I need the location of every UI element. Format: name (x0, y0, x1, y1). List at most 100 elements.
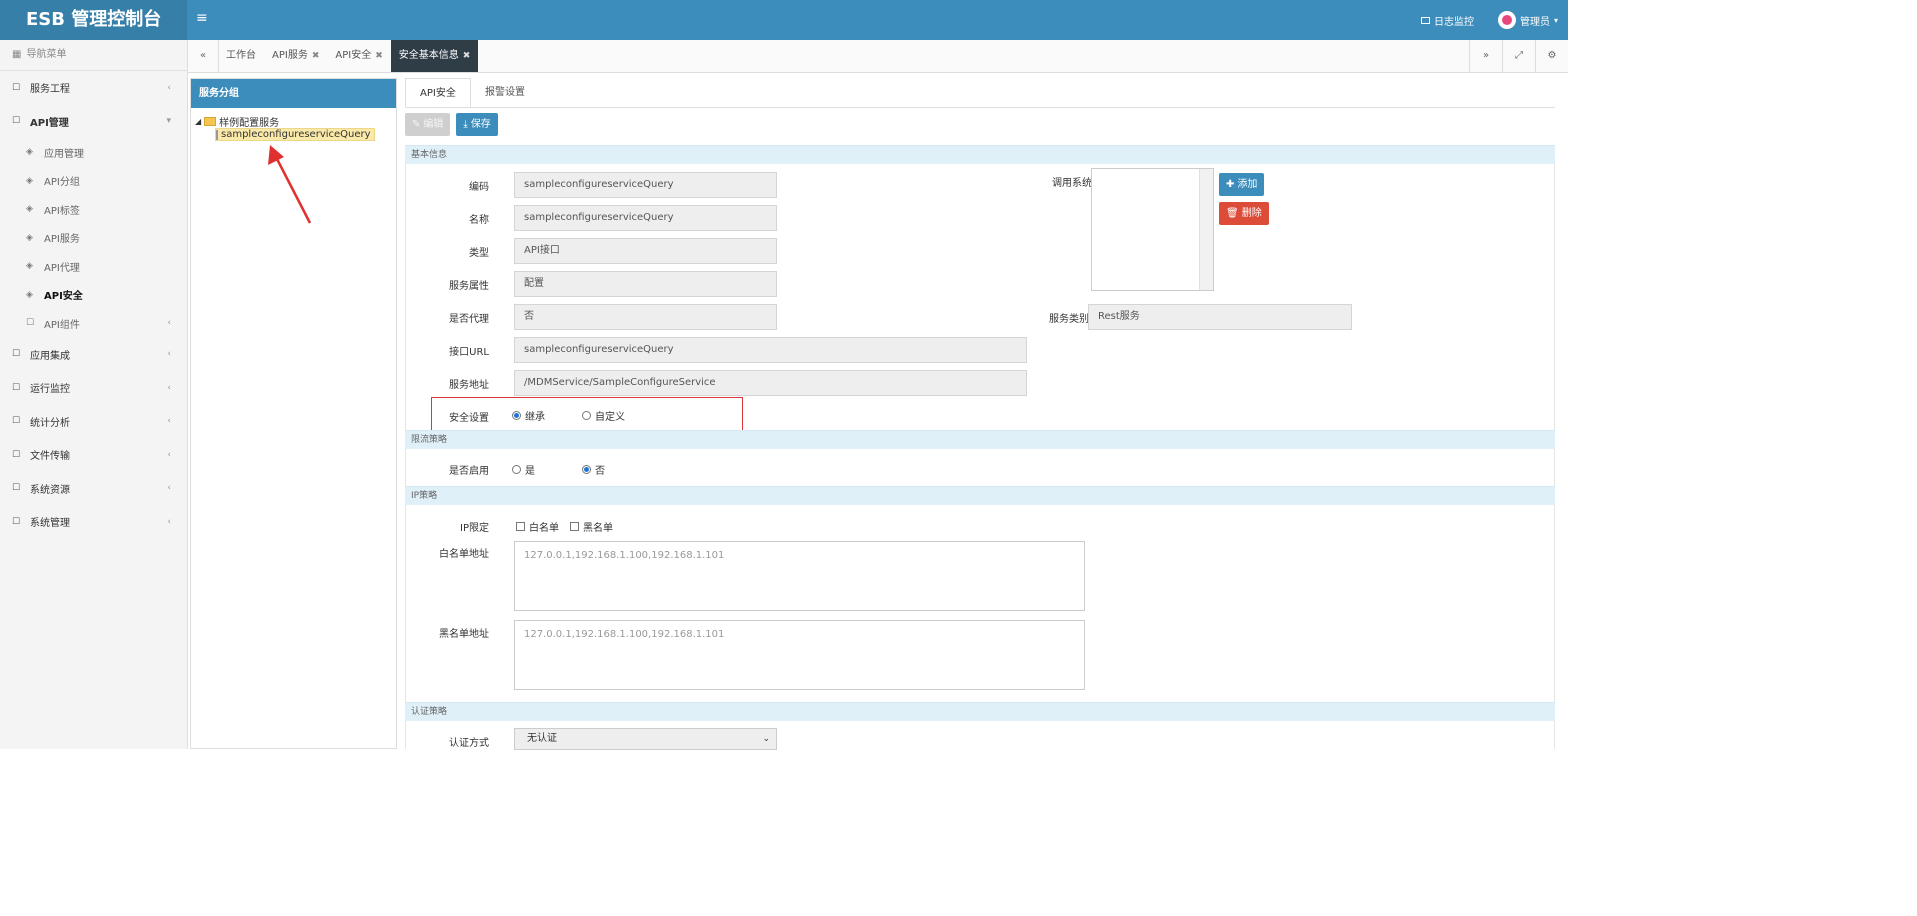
plus-icon: ✚ (1226, 179, 1235, 190)
add-caller-button[interactable]: ✚ 添加 (1219, 173, 1265, 196)
service-group-title: 服务分组 (191, 79, 396, 108)
close-icon[interactable]: ✖ (375, 40, 383, 72)
sidebar-item-label: API服务 (44, 234, 80, 246)
sidebar-item-statistics[interactable]: ☐ 统计分析 ‹ (0, 405, 187, 439)
yes-label: 是 (525, 466, 535, 477)
section-auth-strategy: 认证策略 (405, 702, 1555, 721)
tag-icon: ◈ (26, 261, 33, 272)
expand-triangle-icon[interactable]: ◢ (195, 117, 201, 126)
auth-method-select[interactable]: 无认证 ⌄ (514, 728, 777, 750)
tab-label: 工作台 (226, 50, 256, 61)
chevron-left-icon: ‹ (167, 416, 171, 427)
caller-system-list[interactable] (1091, 168, 1214, 291)
whitelist-address-textarea[interactable]: 127.0.0.1,192.168.1.100,192.168.1.101 (514, 541, 1085, 611)
enable-label: 是否启用 (449, 466, 489, 477)
sub-tabs: API安全 报警设置 (405, 78, 1555, 108)
radio-unchecked-icon (582, 411, 591, 420)
sidebar-item-app-integration[interactable]: ☐ 应用集成 ‹ (0, 338, 187, 372)
chevron-left-icon: ‹ (167, 516, 171, 527)
flow-strategy-form: 是否启用 是 否 (405, 449, 1555, 486)
caret-down-icon: ▾ (1553, 15, 1558, 25)
menu-toggle-icon[interactable]: ≡ (196, 10, 208, 26)
tabs-prev-button[interactable]: « (188, 40, 219, 72)
custom-radio[interactable]: 自定义 (582, 408, 625, 423)
add-label: 添加 (1237, 179, 1258, 190)
sidebar-item-app-management[interactable]: ◈ 应用管理 (0, 138, 187, 167)
save-button[interactable]: ⤓ 保存 (456, 113, 498, 136)
trash-icon: 🗑 (1226, 208, 1239, 219)
edit-icon: ✎ (412, 119, 421, 130)
service-attr-field[interactable]: 配置 (514, 271, 777, 297)
sidebar-item-label: API管理 (30, 117, 69, 129)
type-field[interactable]: API接口 (514, 238, 777, 264)
whitelist-checkbox[interactable]: 白名单 (516, 519, 559, 534)
brand-logo[interactable]: ESB 管理控制台 (0, 0, 187, 40)
service-type-label: 服务类别 (1049, 314, 1089, 325)
red-arrow-annotation (268, 145, 312, 224)
security-setting-label: 安全设置 (449, 413, 489, 424)
sidebar-item-api-service[interactable]: ◈ API服务 (0, 224, 187, 253)
top-right-menu: 日志监控 管理员 ▾ (1420, 0, 1558, 40)
scrollbar[interactable] (1199, 169, 1213, 290)
service-address-field[interactable]: /MDMService/SampleConfigureService (514, 370, 1027, 396)
sidebar-item-api-proxy[interactable]: ◈ API代理 (0, 252, 187, 281)
inherit-radio[interactable]: 继承 (512, 408, 545, 423)
sidebar-item-api-security[interactable]: ◈ API安全 (0, 281, 187, 310)
proxy-label: 是否代理 (449, 314, 489, 325)
blacklist-address-label: 黑名单地址 (439, 629, 489, 640)
code-field[interactable]: sampleconfigureserviceQuery (514, 172, 777, 198)
folder-icon: ☐ (12, 516, 21, 527)
sidebar-item-api-component[interactable]: ☐ API组件 ‹ (0, 309, 187, 338)
tab-alarm-settings[interactable]: 报警设置 (471, 78, 539, 107)
delete-caller-button[interactable]: 🗑 删除 (1219, 202, 1269, 225)
blacklist-checkbox[interactable]: 黑名单 (570, 519, 613, 534)
tree-parent-label: 样例配置服务 (219, 117, 280, 129)
sidebar-item-service-project[interactable]: ☐ 服务工程 ‹ (0, 71, 187, 105)
custom-label: 自定义 (595, 412, 625, 423)
folder-icon (204, 116, 217, 126)
tag-icon: ◈ (26, 175, 33, 186)
url-field[interactable]: sampleconfigureserviceQuery (514, 337, 1027, 363)
tabs-next-button[interactable]: » (1469, 40, 1502, 72)
tab-api-security[interactable]: API安全 ✖ (327, 40, 390, 72)
enable-yes-radio[interactable]: 是 (512, 462, 535, 477)
name-field[interactable]: sampleconfigureserviceQuery (514, 205, 777, 231)
tabbar-actions: » ⤢ ⚙ (1469, 40, 1568, 72)
delete-label: 删除 (1241, 208, 1262, 219)
sidebar-item-label: 运行监控 (30, 384, 70, 396)
log-monitor-link[interactable]: 日志监控 (1420, 13, 1474, 28)
fullscreen-icon[interactable]: ⤢ (1502, 40, 1535, 72)
tab-security-info[interactable]: 安全基本信息 ✖ (390, 40, 479, 72)
enable-no-radio[interactable]: 否 (582, 462, 605, 477)
sidebar-item-api-group[interactable]: ◈ API分组 (0, 167, 187, 196)
no-label: 否 (595, 466, 605, 477)
tree-child-label: sampleconfigureserviceQuery (221, 129, 371, 140)
ip-strategy-form: IP限定 白名单 黑名单 白名单地址 127.0.0.1,192.168.1.1… (405, 505, 1555, 702)
chevron-left-icon: ‹ (167, 382, 171, 393)
edit-button[interactable]: ✎ 编辑 (405, 113, 451, 136)
blacklist-address-textarea[interactable]: 127.0.0.1,192.168.1.100,192.168.1.101 (514, 620, 1085, 690)
service-type-field[interactable]: Rest服务 (1088, 304, 1352, 330)
close-icon[interactable]: ✖ (312, 40, 320, 72)
sidebar-item-runtime-monitor[interactable]: ☐ 运行监控 ‹ (0, 371, 187, 405)
sidebar-item-api-management[interactable]: ☐ API管理 ▾ (0, 105, 187, 139)
close-icon[interactable]: ✖ (463, 40, 471, 72)
tab-label: API安全 (335, 50, 372, 61)
tree-node-parent[interactable]: ◢ 样例配置服务 (195, 114, 392, 129)
auth-strategy-form: 认证方式 无认证 ⌄ (405, 721, 1555, 750)
tab-workbench[interactable]: 工作台 (218, 40, 264, 72)
sidebar-item-api-tag[interactable]: ◈ API标签 (0, 195, 187, 224)
tab-api-service[interactable]: API服务 ✖ (264, 40, 327, 72)
chevron-left-icon: ‹ (167, 318, 171, 329)
user-menu[interactable]: 管理员 ▾ (1497, 11, 1558, 29)
sidebar-item-label: 系统管理 (30, 518, 70, 530)
sidebar-item-system-resources[interactable]: ☐ 系统资源 ‹ (0, 472, 187, 506)
gear-icon[interactable]: ⚙ (1535, 40, 1568, 72)
folder-icon: ☐ (12, 416, 21, 427)
tree-node-selected[interactable]: sampleconfigureserviceQuery (215, 128, 375, 141)
radio-checked-icon (512, 411, 521, 420)
sidebar-item-file-transfer[interactable]: ☐ 文件传输 ‹ (0, 438, 187, 472)
sidebar-item-system-management[interactable]: ☐ 系统管理 ‹ (0, 505, 187, 539)
proxy-field[interactable]: 否 (514, 304, 777, 330)
tab-api-security[interactable]: API安全 (405, 78, 471, 107)
